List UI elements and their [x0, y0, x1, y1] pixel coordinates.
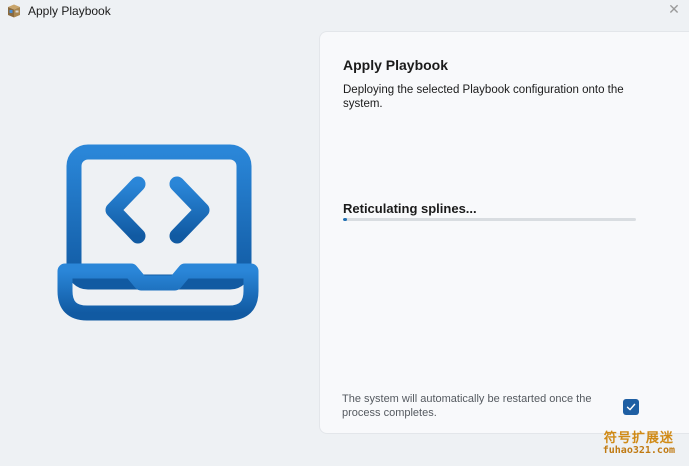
- checkmark-icon: [626, 403, 636, 411]
- window-title: Apply Playbook: [28, 4, 111, 18]
- panel-title: Apply Playbook: [343, 57, 449, 73]
- restart-note: The system will automatically be restart…: [342, 393, 592, 419]
- panel-description: Deploying the selected Playbook configur…: [343, 84, 624, 110]
- progress-panel: Apply Playbook Deploying the selected Pl…: [319, 31, 689, 434]
- auto-restart-checkbox[interactable]: [623, 399, 639, 415]
- status-text: Reticulating splines...: [343, 201, 477, 216]
- progress-bar: [343, 218, 636, 221]
- laptop-code-icon: [55, 143, 261, 323]
- package-icon: [6, 3, 22, 19]
- close-button[interactable]: ✕: [665, 2, 683, 18]
- watermark-url: fuhao321.com: [602, 445, 675, 456]
- watermark-title: 符号扩展迷: [603, 430, 674, 445]
- watermark: 符号扩展迷 fuhao321.com: [603, 430, 675, 457]
- progress-fill: [343, 218, 347, 221]
- title-bar: Apply Playbook ✕: [0, 0, 689, 22]
